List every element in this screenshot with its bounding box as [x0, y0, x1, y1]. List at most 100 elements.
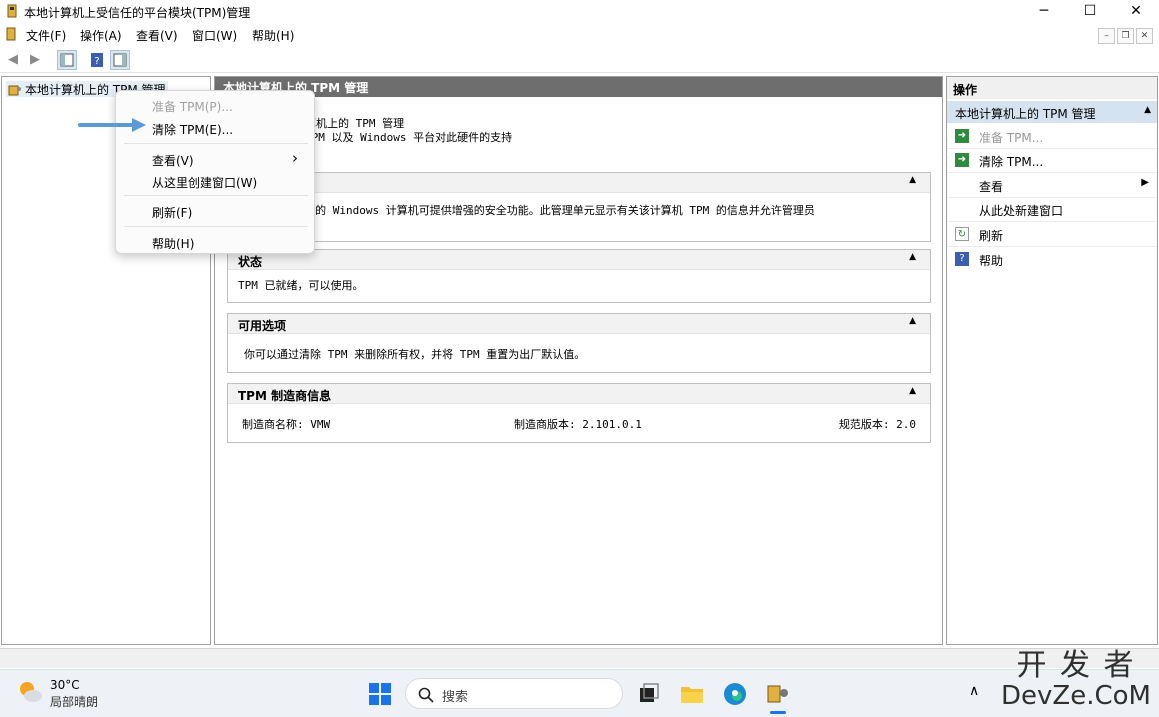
content-header: 本地计算机上的 TPM 管理: [215, 77, 942, 97]
action-label: 从此处新建窗口: [979, 204, 1064, 218]
weather-icon[interactable]: [16, 678, 44, 706]
action-label: 查看: [979, 180, 1004, 194]
manufacturer-title: TPM 制造商信息: [238, 389, 332, 403]
maximize-button[interactable]: ☐: [1067, 0, 1113, 23]
status-panel-header[interactable]: 状态 ▲: [228, 250, 930, 270]
taskbar-search[interactable]: 搜索: [405, 678, 623, 709]
help-icon: ?: [91, 53, 103, 67]
options-panel: 可用选项 ▲ 你可以通过清除 TPM 来删除所有权，并将 TPM 重置为出厂默认值…: [227, 313, 931, 373]
edge-browser-icon[interactable]: [722, 681, 748, 707]
ctx-separator: [124, 226, 308, 227]
actions-section-header[interactable]: 本地计算机上的 TPM 管理 ▲: [947, 101, 1157, 123]
menu-window[interactable]: 窗口(W): [192, 27, 237, 44]
collapse-icon[interactable]: ▲: [909, 175, 916, 185]
watermark-line-2: DevZe.CoM: [1001, 681, 1151, 711]
submenu-arrow-icon: ›: [292, 149, 298, 167]
mdi-controls: – ❐ ✕: [1096, 27, 1153, 44]
action-help[interactable]: ? 帮助: [947, 248, 1157, 272]
mdi-minimize-button[interactable]: –: [1098, 28, 1115, 44]
collapse-icon[interactable]: ▲: [909, 252, 916, 262]
show-hide-tree-button[interactable]: [57, 50, 77, 70]
manufacturer-version: 制造商版本: 2.101.0.1: [514, 418, 642, 431]
toolbar: [0, 46, 1159, 73]
action-refresh[interactable]: ↻ 刷新: [947, 223, 1157, 247]
menu-file[interactable]: 文件(F): [26, 27, 66, 44]
overview-panel: ▲ 平台模块(TPM)的 Windows 计算机可提供增强的安全功能。此管理单元…: [227, 172, 931, 242]
run-icon: ➜: [955, 129, 969, 143]
menu-action[interactable]: 操作(A): [80, 27, 122, 44]
back-button[interactable]: ◀: [3, 50, 23, 70]
status-title: 状态: [238, 255, 263, 269]
ctx-new-window[interactable]: 从这里创建窗口(W): [152, 174, 257, 191]
action-label: 帮助: [979, 254, 1004, 268]
action-label: 准备 TPM...: [979, 131, 1044, 145]
pointer-arrow-icon: [78, 118, 146, 132]
ctx-clear-tpm[interactable]: 清除 TPM(E)...: [152, 121, 233, 138]
manufacturer-panel: TPM 制造商信息 ▲ 制造商名称: VMW 制造商版本: 2.101.0.1 规…: [227, 383, 931, 443]
search-icon: [418, 687, 434, 703]
intro-text: 算机上的 TPM 管理 TPM 以及 Windows 平台对此硬件的支持: [305, 117, 512, 145]
watermark: 开 发 者 DevZe.CoM: [1001, 648, 1151, 711]
mdi-close-button[interactable]: ✕: [1136, 28, 1153, 44]
mdi-restore-button[interactable]: ❐: [1117, 28, 1134, 44]
ctx-refresh[interactable]: 刷新(F): [152, 204, 192, 221]
options-text: 你可以通过清除 TPM 来删除所有权，并将 TPM 重置为出厂默认值。: [244, 348, 586, 361]
action-label: 清除 TPM...: [979, 155, 1044, 169]
refresh-icon: ↻: [955, 227, 969, 241]
context-menu: 准备 TPM(P)... 清除 TPM(E)... 查看(V) › 从这里创建窗…: [115, 90, 315, 254]
svg-text:?: ?: [94, 56, 99, 67]
options-panel-header[interactable]: 可用选项 ▲: [228, 314, 930, 334]
options-title: 可用选项: [238, 319, 287, 333]
actions-section-label: 本地计算机上的 TPM 管理: [955, 107, 1096, 121]
action-pane-icon: [113, 53, 127, 67]
submenu-arrow-icon: ▶: [1141, 177, 1149, 188]
tpm-taskbar-icon[interactable]: [765, 681, 791, 707]
action-clear-tpm[interactable]: ➜ 清除 TPM...: [947, 149, 1157, 173]
help-button[interactable]: ?: [87, 50, 107, 70]
overview-panel-header[interactable]: ▲: [228, 173, 930, 193]
status-text: TPM 已就绪，可以使用。: [238, 279, 364, 292]
weather-temp: 30°C: [50, 678, 80, 692]
console-tree-icon: [60, 53, 74, 67]
minimize-button[interactable]: ─: [1021, 0, 1067, 23]
file-explorer-icon[interactable]: [679, 681, 705, 707]
actions-pane: 操作 本地计算机上的 TPM 管理 ▲ ➜ 准备 TPM... ➜ 清除 TPM...…: [946, 76, 1158, 645]
search-placeholder: 搜索: [442, 690, 469, 705]
window-title: 本地计算机上受信任的平台模块(TPM)管理: [24, 6, 251, 20]
task-view-icon[interactable]: [635, 681, 661, 707]
status-panel: 状态 ▲ TPM 已就绪，可以使用。: [227, 249, 931, 303]
run-icon: ➜: [955, 153, 969, 167]
collapse-icon[interactable]: ▲: [909, 316, 916, 326]
console-icon: [6, 27, 16, 41]
action-view[interactable]: 查看 ▶: [947, 174, 1157, 198]
overview-text: 平台模块(TPM)的 Windows 计算机可提供增强的安全功能。此管理单元显示…: [238, 204, 815, 217]
status-bar: [0, 648, 1159, 668]
ctx-prepare-tpm[interactable]: 准备 TPM(P)...: [152, 98, 233, 115]
ctx-view[interactable]: 查看(V): [152, 152, 194, 169]
intro-line-2: TPM 以及 Windows 平台对此硬件的支持: [305, 131, 513, 144]
intro-line-1: 算机上的 TPM 管理: [305, 117, 405, 130]
start-windows-icon[interactable]: [367, 681, 393, 707]
menu-view[interactable]: 查看(V): [136, 27, 178, 44]
action-new-window[interactable]: 从此处新建窗口: [947, 198, 1157, 222]
close-button[interactable]: ✕: [1113, 0, 1159, 23]
collapse-icon[interactable]: ▲: [909, 386, 916, 396]
show-action-pane-button[interactable]: [110, 50, 130, 70]
tray-expand-icon[interactable]: ∧: [969, 683, 979, 699]
ctx-separator: [124, 143, 308, 144]
active-app-indicator: [770, 711, 786, 714]
menu-help[interactable]: 帮助(H): [252, 27, 294, 44]
ctx-separator: [124, 195, 308, 196]
watermark-line-1: 开 发 者: [1016, 648, 1136, 683]
weather-desc: 局部晴朗: [50, 695, 99, 709]
help-icon: ?: [955, 252, 969, 266]
collapse-icon[interactable]: ▲: [1144, 105, 1151, 115]
manufacturer-panel-header[interactable]: TPM 制造商信息 ▲: [228, 384, 930, 404]
forward-button[interactable]: ▶: [25, 50, 45, 70]
action-prepare-tpm[interactable]: ➜ 准备 TPM...: [947, 125, 1157, 149]
ctx-help[interactable]: 帮助(H): [152, 235, 194, 252]
manufacturer-name: 制造商名称: VMW: [242, 418, 331, 431]
spec-version: 规范版本: 2.0: [838, 418, 916, 431]
content-pane: 本地计算机上的 TPM 管理 算机上的 TPM 管理 TPM 以及 Window…: [214, 76, 943, 645]
tpm-app-icon: [7, 4, 17, 18]
